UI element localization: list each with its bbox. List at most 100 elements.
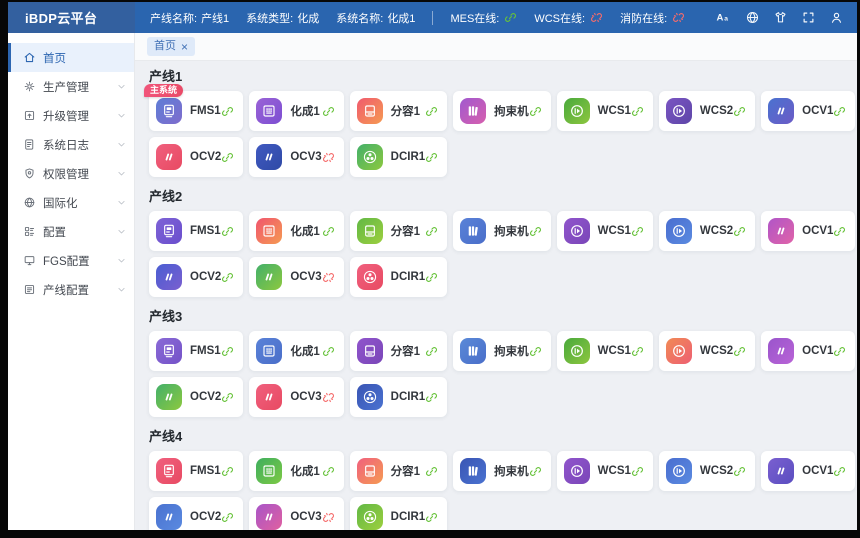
sidebar-item-production[interactable]: 生产管理	[8, 72, 134, 101]
system-card[interactable]: WCS1	[557, 211, 653, 251]
link-online-icon[interactable]	[529, 105, 542, 118]
system-card[interactable]: OCV3	[249, 377, 343, 417]
system-card[interactable]: OCV1	[761, 331, 855, 371]
link-online-icon[interactable]	[221, 511, 234, 524]
link-online-icon[interactable]	[425, 345, 438, 358]
system-card[interactable]: WCS1	[557, 451, 653, 491]
system-card[interactable]: WCS2	[659, 451, 755, 491]
font-size-icon[interactable]: Aa	[715, 9, 732, 26]
link-online-icon[interactable]	[221, 271, 234, 284]
system-card[interactable]: OCV1	[761, 91, 855, 131]
system-card[interactable]: OCV1	[761, 211, 855, 251]
system-card[interactable]: 化成1	[249, 211, 343, 251]
system-card[interactable]: OCV3	[249, 137, 343, 177]
system-card[interactable]: OCV2	[149, 137, 243, 177]
link-online-icon[interactable]	[221, 105, 234, 118]
system-card[interactable]: WCS2	[659, 91, 755, 131]
sidebar-item-config[interactable]: 配置	[8, 217, 134, 246]
link-online-icon[interactable]	[221, 465, 234, 478]
link-online-icon[interactable]	[631, 105, 644, 118]
system-card[interactable]: OCV3	[249, 257, 343, 297]
system-card[interactable]: DCIR1	[350, 377, 448, 417]
system-card[interactable]: 主系统 FMS1	[149, 91, 243, 131]
link-broken-icon[interactable]	[322, 151, 335, 164]
sidebar-item-fgs[interactable]: FGS配置	[8, 246, 134, 275]
system-card[interactable]: FMS1	[149, 211, 243, 251]
link-online-icon[interactable]	[322, 225, 335, 238]
link-online-icon[interactable]	[833, 465, 846, 478]
system-card[interactable]: DCIR1	[350, 497, 448, 530]
link-online-icon[interactable]	[529, 465, 542, 478]
system-card[interactable]: FMS1	[149, 451, 243, 491]
sidebar-item-logs[interactable]: 系统日志	[8, 130, 134, 159]
link-online-icon[interactable]	[425, 105, 438, 118]
link-online-icon[interactable]	[425, 465, 438, 478]
system-card[interactable]: OCV2	[149, 257, 243, 297]
link-online-icon[interactable]	[221, 151, 234, 164]
link-online-icon[interactable]	[425, 151, 438, 164]
link-online-icon[interactable]	[529, 225, 542, 238]
link-online-icon[interactable]	[833, 345, 846, 358]
link-online-icon[interactable]	[631, 345, 644, 358]
system-card[interactable]: 拘束机	[453, 331, 551, 371]
top-header: iBDP云平台 产线名称:产线1系统类型:化成系统名称:化成1 MES在线:WC…	[8, 2, 857, 33]
books-system-icon	[460, 458, 486, 484]
system-card[interactable]: 化成1	[249, 331, 343, 371]
system-card[interactable]: 化成1	[249, 91, 343, 131]
system-card[interactable]: FMS1	[149, 331, 243, 371]
sidebar-item-upgrade[interactable]: 升级管理	[8, 101, 134, 130]
system-card[interactable]: DCIR1	[350, 137, 448, 177]
sidebar-item-line-config[interactable]: 产线配置	[8, 275, 134, 304]
close-icon[interactable]: ×	[181, 41, 188, 53]
sidebar-item-home[interactable]: 首页	[8, 43, 134, 72]
system-card[interactable]: OCV3	[249, 497, 343, 530]
sidebar-item-globe[interactable]: 国际化	[8, 188, 134, 217]
link-online-icon[interactable]	[733, 105, 746, 118]
tab-home[interactable]: 首页×	[147, 37, 195, 55]
production-icon	[23, 80, 36, 93]
link-online-icon[interactable]	[833, 225, 846, 238]
link-online-icon[interactable]	[833, 105, 846, 118]
link-online-icon[interactable]	[322, 345, 335, 358]
system-card[interactable]: OCV2	[149, 377, 243, 417]
system-card[interactable]: 拘束机	[453, 211, 551, 251]
system-card[interactable]: 分容1	[350, 211, 448, 251]
link-online-icon[interactable]	[425, 511, 438, 524]
link-online-icon[interactable]	[425, 225, 438, 238]
sidebar-item-permission[interactable]: 权限管理	[8, 159, 134, 188]
system-card[interactable]: OCV2	[149, 497, 243, 530]
link-online-icon[interactable]	[221, 391, 234, 404]
menu-label: 生产管理	[43, 79, 89, 95]
system-card[interactable]: DCIR1	[350, 257, 448, 297]
system-card[interactable]: 拘束机	[453, 91, 551, 131]
system-card[interactable]: WCS1	[557, 91, 653, 131]
link-online-icon[interactable]	[631, 225, 644, 238]
user-icon[interactable]	[829, 10, 844, 25]
system-card[interactable]: WCS1	[557, 331, 653, 371]
link-broken-icon[interactable]	[322, 511, 335, 524]
system-card[interactable]: WCS2	[659, 331, 755, 371]
language-icon[interactable]	[745, 10, 760, 25]
link-online-icon[interactable]	[322, 465, 335, 478]
link-online-icon[interactable]	[529, 345, 542, 358]
link-online-icon[interactable]	[733, 465, 746, 478]
system-card[interactable]: 分容1	[350, 331, 448, 371]
system-card[interactable]: 分容1	[350, 451, 448, 491]
link-online-icon[interactable]	[221, 345, 234, 358]
link-online-icon[interactable]	[733, 345, 746, 358]
link-online-icon[interactable]	[221, 225, 234, 238]
link-online-icon[interactable]	[425, 271, 438, 284]
system-card[interactable]: 分容1	[350, 91, 448, 131]
theme-icon[interactable]	[773, 10, 788, 25]
link-online-icon[interactable]	[425, 391, 438, 404]
link-broken-icon[interactable]	[322, 271, 335, 284]
system-card[interactable]: OCV1	[761, 451, 855, 491]
system-card[interactable]: 化成1	[249, 451, 343, 491]
fullscreen-icon[interactable]	[801, 10, 816, 25]
link-online-icon[interactable]	[631, 465, 644, 478]
link-online-icon[interactable]	[733, 225, 746, 238]
link-online-icon[interactable]	[322, 105, 335, 118]
system-card[interactable]: WCS2	[659, 211, 755, 251]
system-card[interactable]: 拘束机	[453, 451, 551, 491]
link-broken-icon[interactable]	[322, 391, 335, 404]
